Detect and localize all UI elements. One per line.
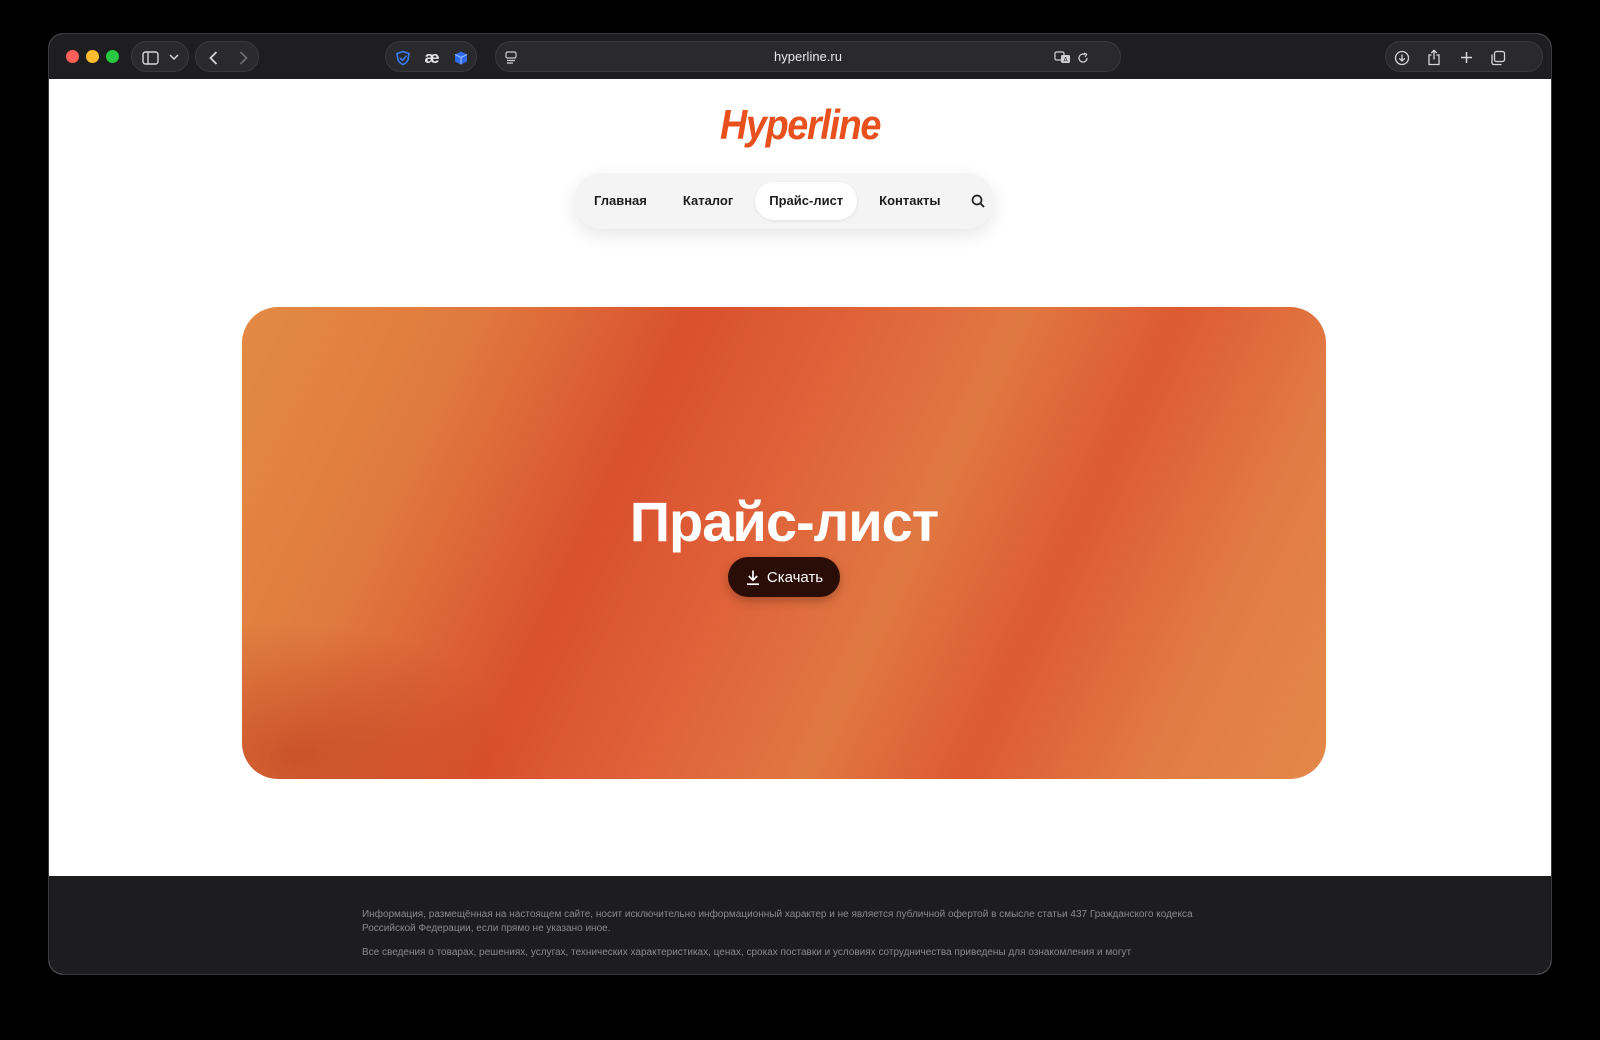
- hero-banner: Прайс-лист Скачать: [242, 307, 1326, 779]
- chevron-down-icon[interactable]: [166, 42, 182, 73]
- url-text: hyperline.ru: [774, 49, 842, 64]
- toolbar-actions-group: [1385, 41, 1543, 72]
- address-bar[interactable]: hyperline.ru A: [495, 41, 1121, 72]
- share-icon[interactable]: [1424, 42, 1444, 73]
- downloads-icon[interactable]: [1392, 42, 1412, 73]
- search-icon[interactable]: [962, 182, 994, 220]
- download-label: Скачать: [766, 568, 824, 586]
- zoom-window-button[interactable]: [106, 50, 119, 63]
- shield-extension-icon[interactable]: [392, 42, 414, 73]
- history-nav-group: [195, 41, 259, 72]
- ae-extension-icon[interactable]: æ: [421, 42, 443, 73]
- footer-disclaimer: Информация, размещённая на настоящем сай…: [362, 909, 1193, 934]
- translate-icon[interactable]: A: [1052, 42, 1072, 73]
- reload-icon[interactable]: [1074, 42, 1092, 73]
- main-nav: Главная Каталог Прайс-лист Контакты: [574, 173, 994, 229]
- hero-title: Прайс-лист: [629, 490, 939, 553]
- close-window-button[interactable]: [66, 50, 79, 63]
- footer-disclaimer-continued: Все сведения о товарах, решениях, услуга…: [362, 947, 1132, 958]
- minimize-window-button[interactable]: [86, 50, 99, 63]
- sidebar-icon[interactable]: [140, 42, 160, 73]
- new-tab-icon[interactable]: [1456, 42, 1476, 73]
- nav-item-price-list[interactable]: Прайс-лист: [755, 182, 858, 220]
- download-button[interactable]: Скачать: [728, 557, 840, 597]
- web-page: Hyperline Главная Каталог Прайс-лист Кон…: [49, 79, 1551, 974]
- sidebar-toggle-group: [131, 41, 189, 72]
- download-icon: [746, 570, 759, 585]
- back-icon[interactable]: [204, 42, 222, 73]
- forward-icon[interactable]: [234, 42, 252, 73]
- site-footer: Информация, размещённая на настоящем сай…: [49, 876, 1551, 974]
- nav-item-contacts[interactable]: Контакты: [865, 182, 954, 220]
- nav-item-home[interactable]: Главная: [580, 182, 661, 220]
- tab-overview-icon[interactable]: [1488, 42, 1508, 73]
- browser-toolbar: æ hyperline.ru A: [49, 34, 1551, 80]
- cube-extension-icon[interactable]: [450, 42, 472, 73]
- extensions-group: æ: [385, 41, 477, 72]
- site-logo[interactable]: Hyperline: [124, 101, 1476, 149]
- browser-window: æ hyperline.ru A Hyperline Главная Катал…: [49, 34, 1551, 974]
- nav-item-catalog[interactable]: Каталог: [669, 182, 747, 220]
